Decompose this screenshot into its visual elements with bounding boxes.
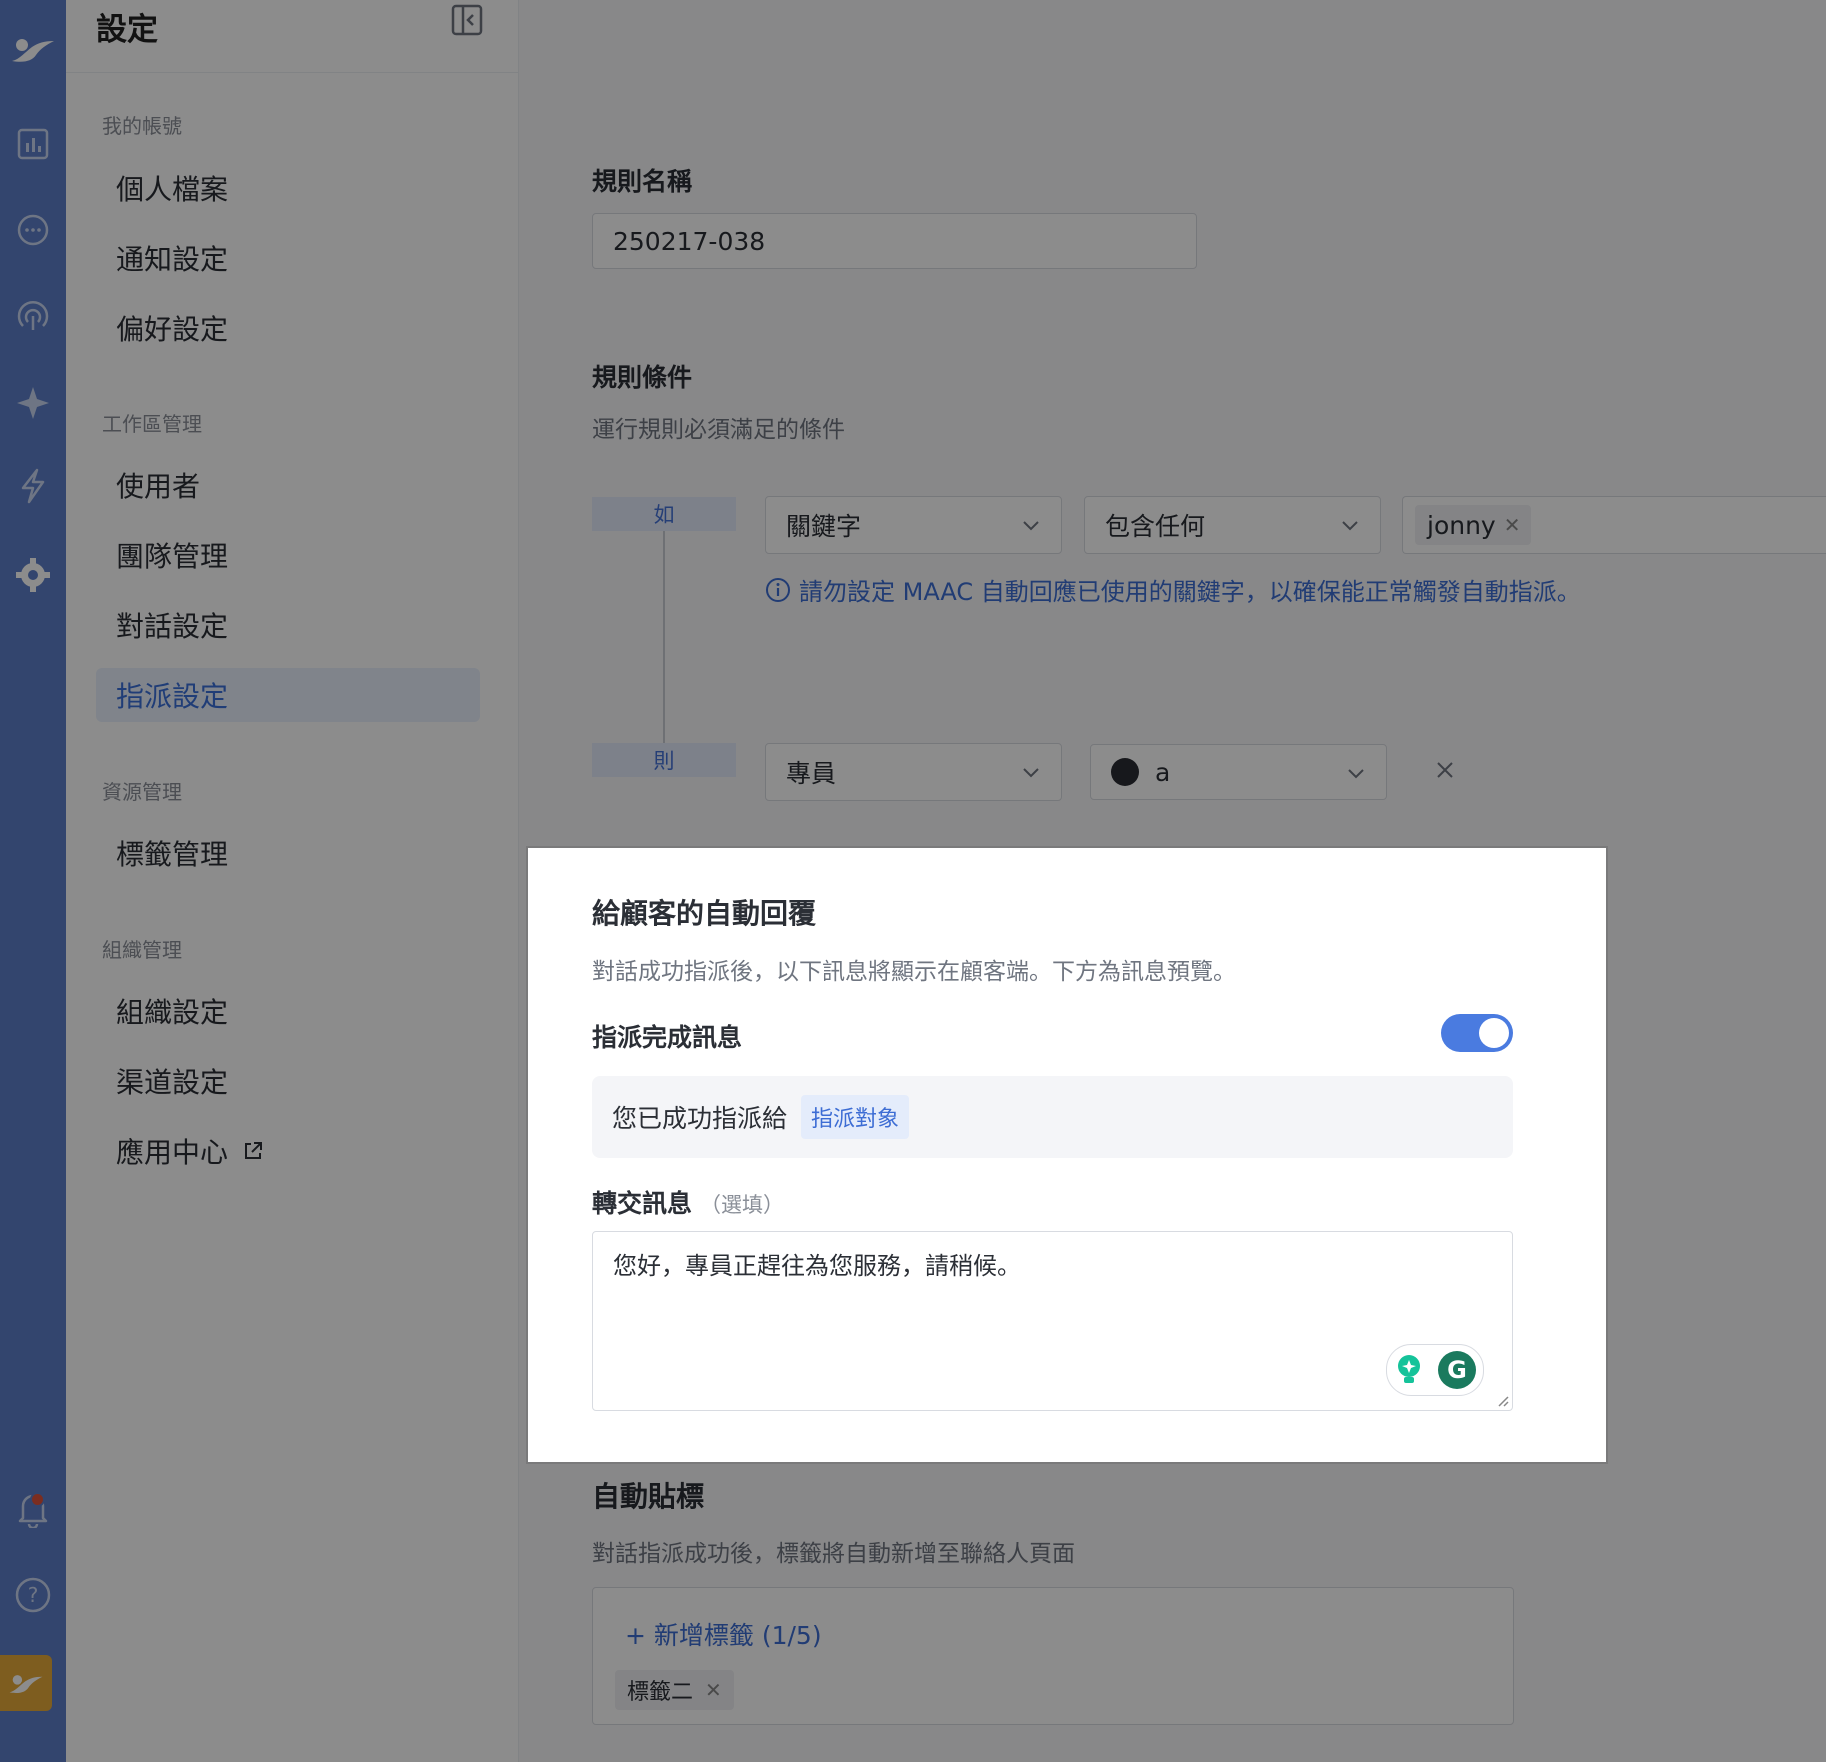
- grammarly-icon: G: [1437, 1351, 1476, 1389]
- auto-reply-desc: 對話成功指派後，以下訊息將顯示在顧客端。下方為訊息預覽。: [592, 959, 1236, 985]
- preview-text: 您已成功指派給: [612, 1104, 788, 1133]
- auto-reply-card: 給顧客的自動回覆 對話成功指派後，以下訊息將顯示在顧客端。下方為訊息預覽。 指派…: [528, 848, 1606, 1462]
- assign-message-label: 指派完成訊息: [592, 1023, 743, 1052]
- preview-variable-tag: 指派對象: [801, 1095, 910, 1139]
- transfer-message-text: 您好，專員正趕往為您服務，請稍候。: [613, 1252, 1021, 1280]
- transfer-message-label: 轉交訊息 （選填）: [592, 1184, 784, 1220]
- toggle-knob: [1479, 1018, 1509, 1048]
- bulb-icon: [1397, 1355, 1420, 1383]
- auto-reply-title: 給顧客的自動回覆: [592, 897, 817, 930]
- assign-message-preview: 您已成功指派給 指派對象: [592, 1076, 1513, 1158]
- transfer-label-text: 轉交訊息: [592, 1189, 693, 1218]
- grammarly-widget[interactable]: G: [1386, 1344, 1484, 1396]
- resize-handle-icon[interactable]: [1495, 1393, 1509, 1407]
- assign-message-toggle[interactable]: [1441, 1014, 1513, 1052]
- svg-text:G: G: [1447, 1356, 1467, 1384]
- optional-hint: （選填）: [700, 1193, 785, 1217]
- transfer-message-textarea[interactable]: 您好，專員正趕往為您服務，請稍候。 G: [592, 1231, 1513, 1411]
